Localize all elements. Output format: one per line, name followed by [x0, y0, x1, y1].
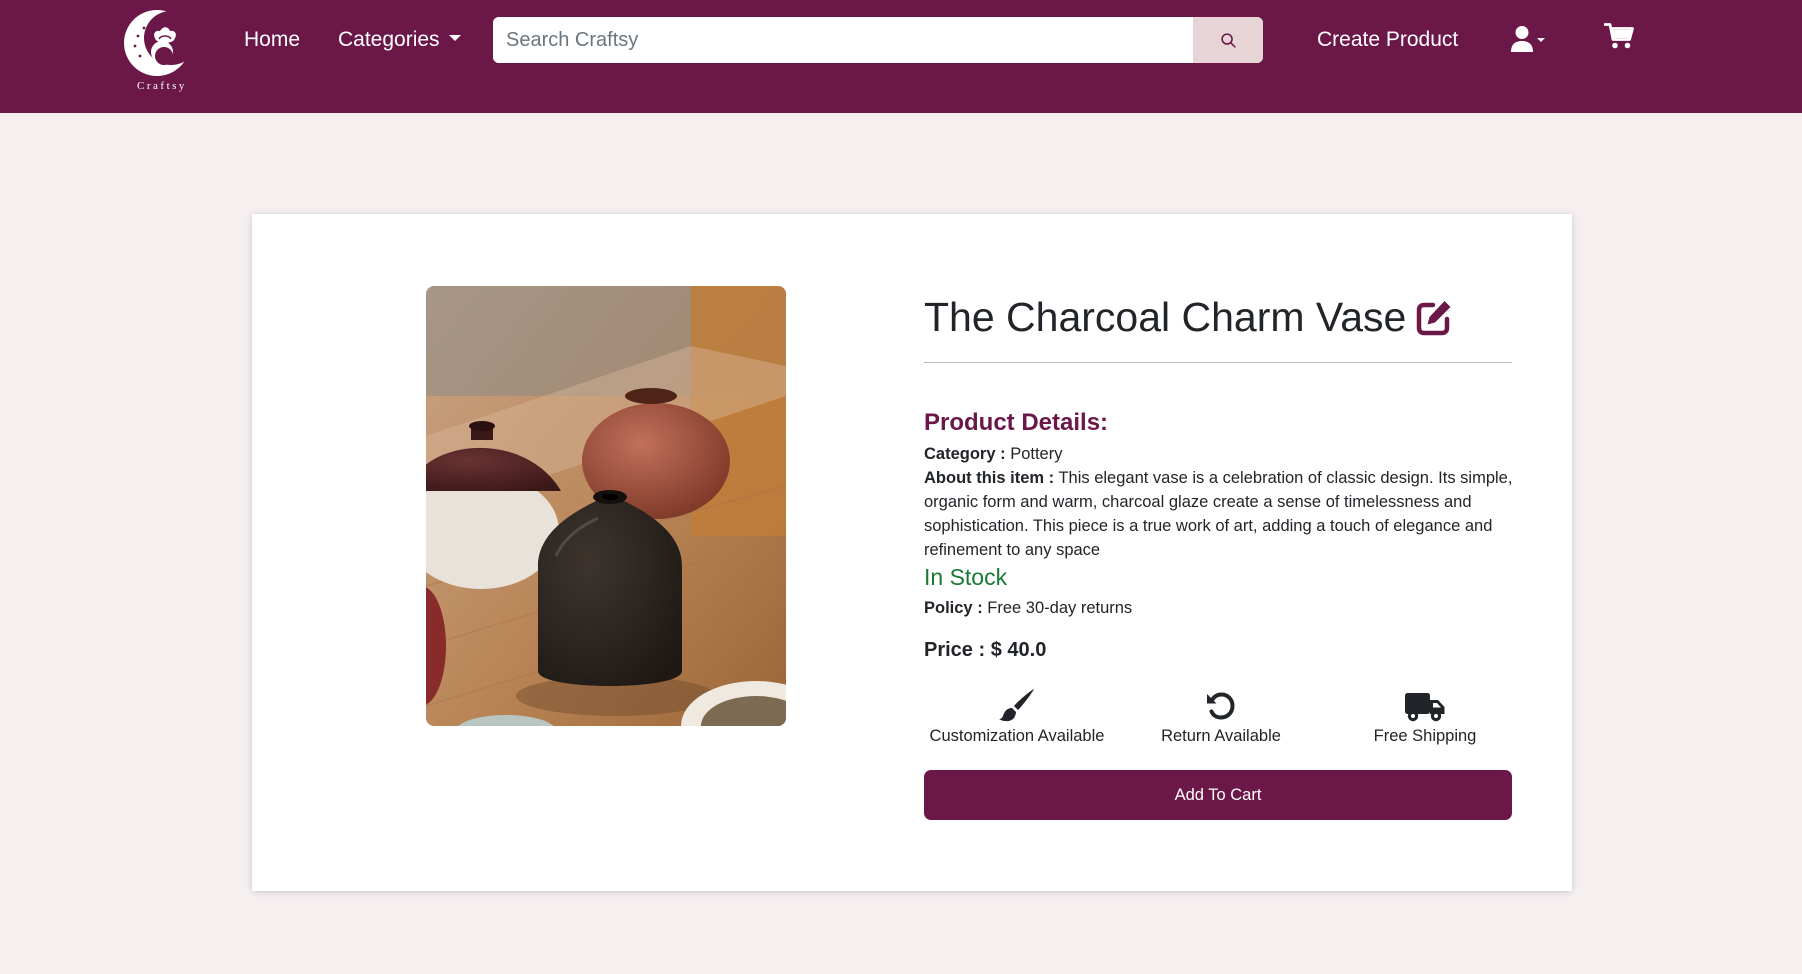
cart-icon [1603, 23, 1634, 49]
search-icon [1220, 32, 1236, 48]
feature-label: Return Available [1161, 727, 1281, 745]
price-label: Price : [924, 639, 986, 661]
product-card: The Charcoal Charm Vase Product Details:… [252, 214, 1572, 891]
about-label: About this item : [924, 469, 1055, 487]
stock-status: In Stock [924, 564, 1008, 590]
category-value: Pottery [1010, 445, 1063, 463]
title-divider [924, 362, 1512, 363]
paintbrush-icon [999, 689, 1034, 722]
undo-icon [1207, 692, 1235, 720]
product-category: Category : Pottery [924, 442, 1514, 466]
nav-create-product-link[interactable]: Create Product [1317, 26, 1458, 54]
cart-button[interactable] [1603, 22, 1634, 55]
logo-wordmark: Craftsy [137, 80, 187, 92]
product-description: About this item : This elegant vase is a… [924, 466, 1514, 562]
truck-icon [1405, 693, 1445, 722]
feature-shipping: Free Shipping [1320, 686, 1530, 747]
search-button[interactable] [1193, 17, 1263, 63]
edit-product-button[interactable] [1413, 298, 1453, 338]
nav-home-link[interactable]: Home [244, 26, 300, 54]
chevron-down-icon [1537, 38, 1545, 42]
feature-customization: Customization Available [912, 686, 1122, 747]
feature-label: Free Shipping [1373, 727, 1477, 745]
edit-icon [1416, 301, 1451, 336]
user-menu-dropdown[interactable] [1510, 22, 1545, 56]
feature-returns: Return Available [1116, 686, 1326, 747]
chevron-down-icon [448, 35, 461, 42]
categories-label: Categories [338, 28, 440, 51]
feature-label: Customization Available [929, 727, 1105, 745]
product-details-heading: Product Details: [924, 409, 1109, 436]
policy-value: Free 30-day returns [987, 599, 1133, 617]
product-price: Price : $ 40.0 [924, 637, 1046, 663]
search-input[interactable] [493, 17, 1193, 63]
category-label: Category : [924, 445, 1006, 463]
price-value: $ 40.0 [990, 639, 1047, 661]
navbar: Craftsy Home Categories Create Product [0, 0, 1802, 113]
nav-categories-dropdown[interactable]: Categories [338, 26, 461, 54]
search-form [493, 17, 1263, 63]
product-title: The Charcoal Charm Vase [924, 294, 1407, 340]
user-icon [1511, 26, 1533, 52]
add-to-cart-button[interactable]: Add To Cart [924, 770, 1512, 820]
product-image [426, 286, 786, 726]
product-policy: Policy : Free 30-day returns [924, 596, 1514, 620]
policy-label: Policy : [924, 599, 983, 617]
craftsy-logo[interactable]: Craftsy [122, 4, 202, 94]
